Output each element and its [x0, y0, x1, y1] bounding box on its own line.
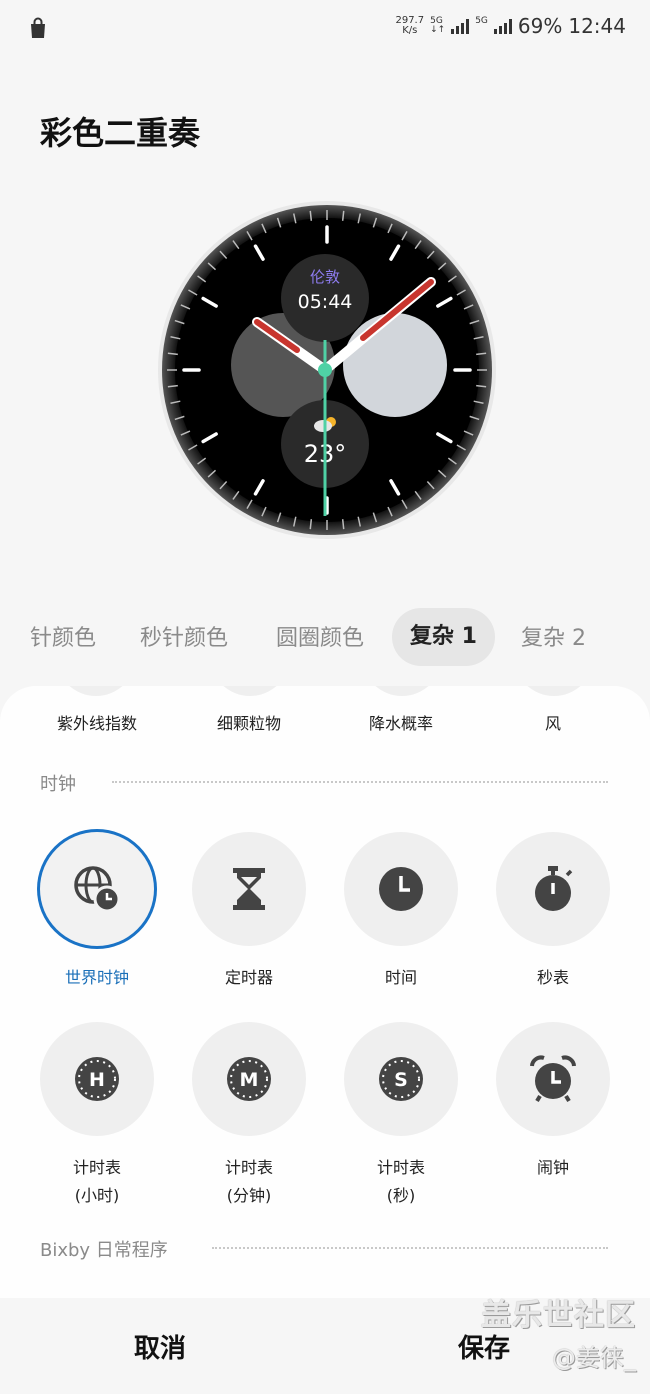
- timer-seconds-icon-circle: S: [344, 1022, 458, 1136]
- minute-tick: [167, 352, 178, 356]
- section-bixby-heading: Bixby 日常程序: [40, 1240, 168, 1261]
- minute-tick: [309, 210, 313, 221]
- timer-hours-icon-circle: H: [40, 1022, 154, 1136]
- clock-icon-circle: [344, 832, 458, 946]
- cancel-button[interactable]: 取消: [134, 1328, 186, 1365]
- option-alarm[interactable]: 闹钟: [477, 1022, 629, 1182]
- status-bar: 297.7 K/s 5G ↓↑ 5G 69% 12:44: [0, 0, 650, 58]
- watermark-community: 盖乐世社区: [481, 1298, 636, 1333]
- page-title: 彩色二重奏: [40, 114, 201, 152]
- network-speed: 297.7 K/s: [395, 15, 425, 36]
- clock-icon: [379, 867, 423, 911]
- option-label: 时间: [384, 968, 417, 987]
- option-label: 计时表 (小时): [72, 1158, 121, 1205]
- network-type-1: 5G ↓↑: [430, 16, 446, 35]
- watch-face-preview[interactable]: 伦敦 05:44 23°: [157, 200, 497, 540]
- hourglass-icon-circle: [192, 832, 306, 946]
- watermark-user: @姜徕_: [552, 1344, 636, 1372]
- option-label: 闹钟: [536, 1158, 569, 1177]
- svg-text:M: M: [240, 1069, 259, 1091]
- option-label-uv: 紫外线指数: [56, 714, 137, 733]
- complication-options-panel: 紫外线指数 细颗粒物 降水概率 风 时钟 世界时钟 定时器 时间 秒表 H 计时…: [0, 686, 650, 1298]
- tab-complication-1[interactable]: 复杂 1: [392, 608, 495, 666]
- section-clock-heading: 时钟: [40, 774, 76, 795]
- tab-circle-color[interactable]: 圆圈颜色: [276, 620, 364, 652]
- alarm-icon: [530, 1055, 576, 1103]
- option-label: 秒表: [536, 968, 569, 987]
- signal-icon-2: [493, 18, 512, 34]
- option-world-clock[interactable]: 世界时钟: [21, 832, 173, 992]
- minute-tick: [476, 352, 487, 356]
- minute-tick: [341, 519, 345, 530]
- tab-complication-2[interactable]: 复杂 2: [521, 620, 586, 652]
- timer-minutes-icon: M: [227, 1057, 271, 1101]
- option-stopwatch[interactable]: 秒表: [477, 832, 629, 992]
- minute-tick: [341, 210, 345, 221]
- option-label-wind: 风: [544, 714, 561, 733]
- option-circle-rain[interactable]: [362, 686, 442, 696]
- option-label: 世界时钟: [64, 968, 129, 987]
- minute-tick: [309, 519, 313, 530]
- right-subdial: [343, 313, 447, 417]
- option-label-rain: 降水概率: [368, 714, 433, 733]
- status-time: 12:44: [568, 14, 626, 38]
- minute-tick: [476, 384, 487, 388]
- settings-tabs: 针颜色 秒针颜色 圆圈颜色 复杂 1 复杂 2: [0, 606, 650, 670]
- shopping-bag-icon: [31, 17, 45, 38]
- option-label: 计时表 (秒): [376, 1158, 425, 1205]
- timer-hours-icon: H: [75, 1057, 119, 1101]
- complication-city: 伦敦: [310, 268, 340, 286]
- timer-seconds-icon: S: [379, 1057, 423, 1101]
- hourglass-icon: [233, 868, 265, 910]
- tab-hand-color[interactable]: 针颜色: [30, 620, 96, 652]
- section-divider: [212, 1247, 608, 1249]
- option-timer-seconds[interactable]: S 计时表 (秒): [325, 1022, 477, 1210]
- minute-tick: [167, 384, 178, 388]
- world-clock-icon-circle: [40, 832, 154, 946]
- option-circle-wind[interactable]: [514, 686, 594, 696]
- option-timer[interactable]: 定时器: [173, 832, 325, 992]
- option-label: 定时器: [224, 968, 273, 987]
- stopwatch-icon: [535, 866, 573, 911]
- option-timer-hours[interactable]: H 计时表 (小时): [21, 1022, 173, 1210]
- battery-level: 69%: [517, 14, 563, 38]
- timer-minutes-icon-circle: M: [192, 1022, 306, 1136]
- section-divider: [112, 781, 608, 783]
- option-circle-pm[interactable]: [210, 686, 290, 696]
- tab-second-hand-color[interactable]: 秒针颜色: [140, 620, 228, 652]
- complication-time: 05:44: [298, 291, 353, 313]
- signal-icon-1: [451, 18, 470, 34]
- stopwatch-icon-circle: [496, 832, 610, 946]
- option-time[interactable]: 时间: [325, 832, 477, 992]
- svg-text:S: S: [394, 1069, 408, 1091]
- option-circle-uv[interactable]: [56, 686, 136, 696]
- svg-text:H: H: [89, 1069, 105, 1091]
- alarm-icon-circle: [496, 1022, 610, 1136]
- network-type-2: 5G: [475, 16, 488, 26]
- world-clock-icon: [74, 866, 121, 913]
- option-label-pm: 细颗粒物: [216, 714, 281, 733]
- option-timer-minutes[interactable]: M 计时表 (分钟): [173, 1022, 325, 1210]
- option-label: 计时表 (分钟): [224, 1158, 273, 1205]
